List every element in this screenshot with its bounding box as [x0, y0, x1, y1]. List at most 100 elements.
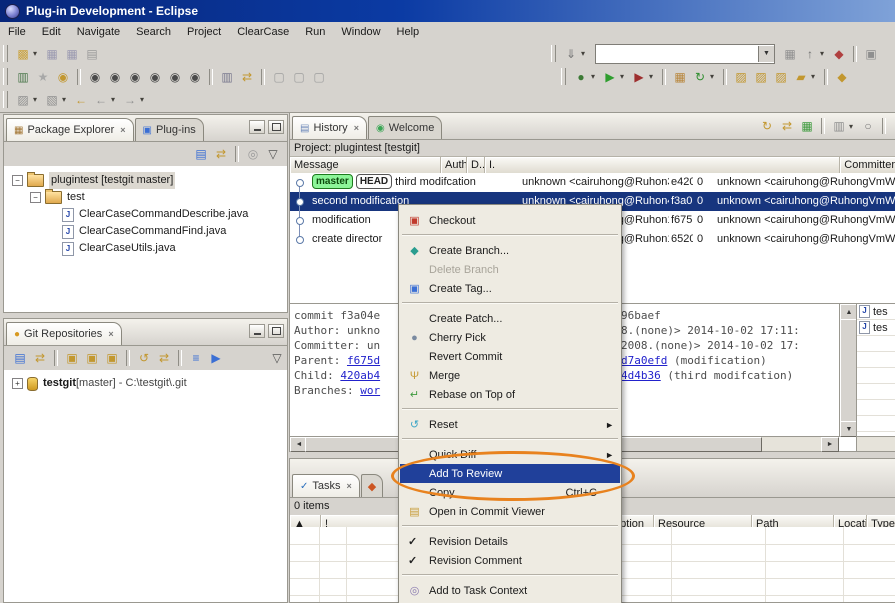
dropdown-arrow-icon[interactable]: ▾ [591, 72, 600, 81]
print-button[interactable]: ▤▾ [82, 45, 102, 63]
focus-task-button[interactable]: ◎ [243, 145, 263, 163]
next-annotation-button[interactable]: ▧▾ [42, 91, 71, 109]
commit-link[interactable]: 420ab4 [340, 369, 380, 382]
menu-item-revision-comment[interactable]: ✓ Revision Comment [399, 551, 621, 570]
close-icon[interactable]: × [120, 125, 125, 135]
view-menu-button[interactable]: ▽ [263, 145, 283, 163]
toolbar-handle[interactable] [561, 68, 566, 85]
sync-button[interactable]: ▢▾ [269, 68, 289, 86]
new-plugin-button[interactable]: ▦▾ [670, 68, 690, 86]
run-history-button[interactable]: ▶▾ [629, 68, 658, 86]
close-icon[interactable]: × [108, 329, 113, 339]
compare-mode-button[interactable]: ⇄▾ [777, 117, 797, 135]
dropdown-arrow-icon[interactable]: ▾ [849, 122, 858, 131]
minimize-view-button[interactable] [249, 120, 265, 134]
refresh-button[interactable]: ↻▾ [757, 117, 777, 135]
dropdown-arrow-icon[interactable]: ▾ [710, 72, 719, 81]
add-repository-button[interactable]: ▣ [62, 349, 82, 367]
use-step-filters-button[interactable]: ◉▾ [185, 68, 205, 86]
save-button[interactable]: ▦▾ [42, 45, 62, 63]
dropdown-arrow-icon[interactable]: ▾ [620, 72, 629, 81]
collapse-all-button[interactable]: ▤ [191, 145, 211, 163]
favorites-button[interactable]: ★▾ [33, 68, 53, 86]
menu-help[interactable]: Help [389, 24, 428, 40]
forward-button[interactable]: →▾ [120, 91, 149, 109]
run-button[interactable]: ▶▾ [600, 68, 629, 86]
tab-plug-ins[interactable]: ▣ Plug-ins [135, 118, 204, 141]
type-hierarchy-button[interactable]: ⇓▾ [561, 45, 590, 63]
open-folder-button[interactable]: ▨▾ [771, 68, 791, 86]
menu-item-rebase-on-top-of[interactable]: ↵ Rebase on Top of [399, 385, 621, 404]
debug-button[interactable]: ●▾ [571, 68, 600, 86]
menu-item-quick-diff[interactable]: Quick Diff ► [399, 445, 621, 464]
collapse-tree-button[interactable]: ▢▾ [289, 68, 309, 86]
dropdown-arrow-icon[interactable]: ▾ [649, 72, 658, 81]
dropdown-arrow-icon[interactable]: ▾ [581, 49, 590, 58]
expander-icon[interactable]: − [30, 192, 41, 203]
link-path-button[interactable]: ⇄▾ [237, 68, 257, 86]
commit-vertical-scrollbar[interactable]: ▲ ▼ [839, 304, 857, 437]
commit-file-row[interactable] [857, 352, 895, 368]
commit-push-button[interactable]: ↑▾ [800, 45, 829, 63]
link-with-selection-button[interactable]: ⇄ [30, 349, 50, 367]
menu-item-create-patch[interactable]: Create Patch... [399, 309, 621, 328]
history-row-1[interactable]: masterHEADthird modifcation unknown <cai… [290, 173, 895, 192]
dropdown-arrow-icon[interactable]: ▾ [820, 49, 829, 58]
menu-file[interactable]: File [0, 24, 34, 40]
menu-window[interactable]: Window [333, 24, 388, 40]
screen-capture-button[interactable]: ▣▾ [861, 45, 881, 63]
column-message[interactable]: Message [290, 157, 441, 174]
copy-button[interactable]: ▥▾ [829, 117, 858, 135]
dropdown-arrow-icon[interactable]: ▾ [33, 95, 42, 104]
column-author[interactable]: Author [441, 157, 467, 174]
debug-view-button[interactable]: ▥▾ [13, 68, 33, 86]
commit-link[interactable]: 4d4b36 [621, 369, 661, 382]
dropdown-arrow-icon[interactable]: ▾ [111, 95, 120, 104]
commit-file-row[interactable] [857, 368, 895, 384]
menu-run[interactable]: Run [297, 24, 333, 40]
collapse-all-button[interactable]: ▤ [10, 349, 30, 367]
last-edit-location-button[interactable]: ←▾ [71, 91, 91, 109]
menu-project[interactable]: Project [179, 24, 229, 40]
search-button[interactable]: ◉▾ [53, 68, 73, 86]
scroll-right-icon[interactable]: ► [821, 437, 839, 452]
commit-link[interactable]: f675d [347, 354, 380, 367]
column-committer[interactable]: Committer [840, 157, 895, 174]
compare-button[interactable]: ▥▾ [217, 68, 237, 86]
run-configuration-combo[interactable]: ▼ [595, 44, 775, 64]
maximize-view-button[interactable] [268, 324, 284, 338]
menu-item-add-to-review[interactable]: Add To Review [400, 464, 620, 483]
expand-tree-button[interactable]: ▢▾ [309, 68, 329, 86]
annotate-brush-button[interactable]: ▰▾ [791, 68, 820, 86]
toolbar-handle[interactable] [551, 45, 556, 62]
commit-file-row[interactable] [857, 400, 895, 416]
expander-icon[interactable]: + [12, 378, 23, 389]
minimize-view-button[interactable] [249, 324, 265, 338]
menu-clearcase[interactable]: ClearCase [229, 24, 297, 40]
close-icon[interactable]: × [347, 481, 352, 491]
menu-navigate[interactable]: Navigate [69, 24, 128, 40]
step-over-button[interactable]: ◉▾ [125, 68, 145, 86]
menu-item-cherry-pick[interactable]: ● Cherry Pick [399, 328, 621, 347]
menu-item-open-in-commit-viewer[interactable]: ▤ Open in Commit Viewer [399, 502, 621, 521]
step-into-button[interactable]: ◉▾ [105, 68, 125, 86]
restart-button[interactable]: ↻▾ [690, 68, 719, 86]
dropdown-arrow-icon[interactable]: ▾ [62, 95, 71, 104]
expander-icon[interactable]: − [12, 175, 23, 186]
toolbar-handle[interactable] [3, 91, 8, 108]
tree-item-plugintest[interactable]: − plugintest [testgit master] [4, 172, 287, 189]
tree-item-clearcasecommanddescribe[interactable]: J ClearCaseCommandDescribe.java [4, 206, 287, 223]
hierarchy-button[interactable]: ≡ [186, 349, 206, 367]
step-return-button[interactable]: ◉▾ [145, 68, 165, 86]
close-icon[interactable]: × [354, 123, 359, 133]
back-button[interactable]: ←▾ [91, 91, 120, 109]
extra-button[interactable]: ◆▾ [832, 68, 852, 86]
commit-link[interactable]: wor [360, 384, 380, 397]
dropdown-arrow-icon[interactable]: ▾ [33, 49, 42, 58]
find-button[interactable]: ○▾ [858, 117, 878, 135]
menu-item-delete-branch[interactable]: Delete Branch [399, 260, 621, 279]
menu-item-copy[interactable]: Copy Ctrl+C [399, 483, 621, 502]
refresh-button[interactable]: ↺ [134, 349, 154, 367]
clone-repository-button[interactable]: ▣ [82, 349, 102, 367]
tree-item-clearcaseutils[interactable]: J ClearCaseUtils.java [4, 240, 287, 257]
